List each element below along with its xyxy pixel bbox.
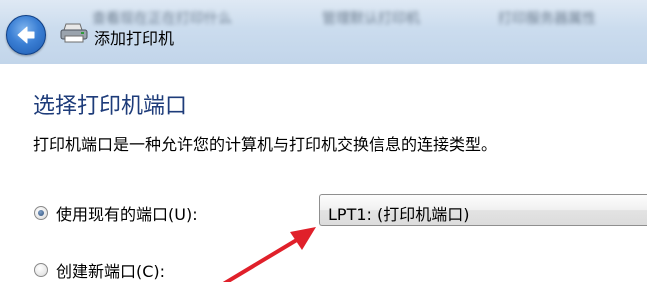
create-new-port-radio[interactable] <box>34 263 48 277</box>
title-bar: 查看现在正在打印什么 管理默认打印机 打印服务器属性 添加打印机 <box>0 0 647 64</box>
back-arrow-icon <box>17 26 35 44</box>
create-new-port-label[interactable]: 创建新端口(C): <box>56 258 165 282</box>
printer-icon <box>60 22 88 48</box>
window-title: 添加打印机 <box>94 29 175 48</box>
wizard-content: 选择打印机端口 打印机端口是一种允许您的计算机与打印机交换信息的连接类型。 使用… <box>0 64 647 282</box>
use-existing-port-label[interactable]: 使用现有的端口(U): <box>56 201 198 225</box>
existing-port-select[interactable]: LPT1: (打印机端口) <box>319 194 647 226</box>
page-heading: 选择打印机端口 <box>33 94 188 119</box>
blurred-toolbar-item[interactable]: 打印服务器属性 <box>498 8 596 30</box>
use-existing-port-radio[interactable] <box>34 206 48 220</box>
port-select-value: LPT1: (打印机端口) <box>328 205 470 224</box>
page-description: 打印机端口是一种允许您的计算机与打印机交换信息的连接类型。 <box>33 135 498 154</box>
blurred-toolbar-item[interactable]: 管理默认打印机 <box>322 8 420 30</box>
back-button[interactable] <box>6 15 46 55</box>
